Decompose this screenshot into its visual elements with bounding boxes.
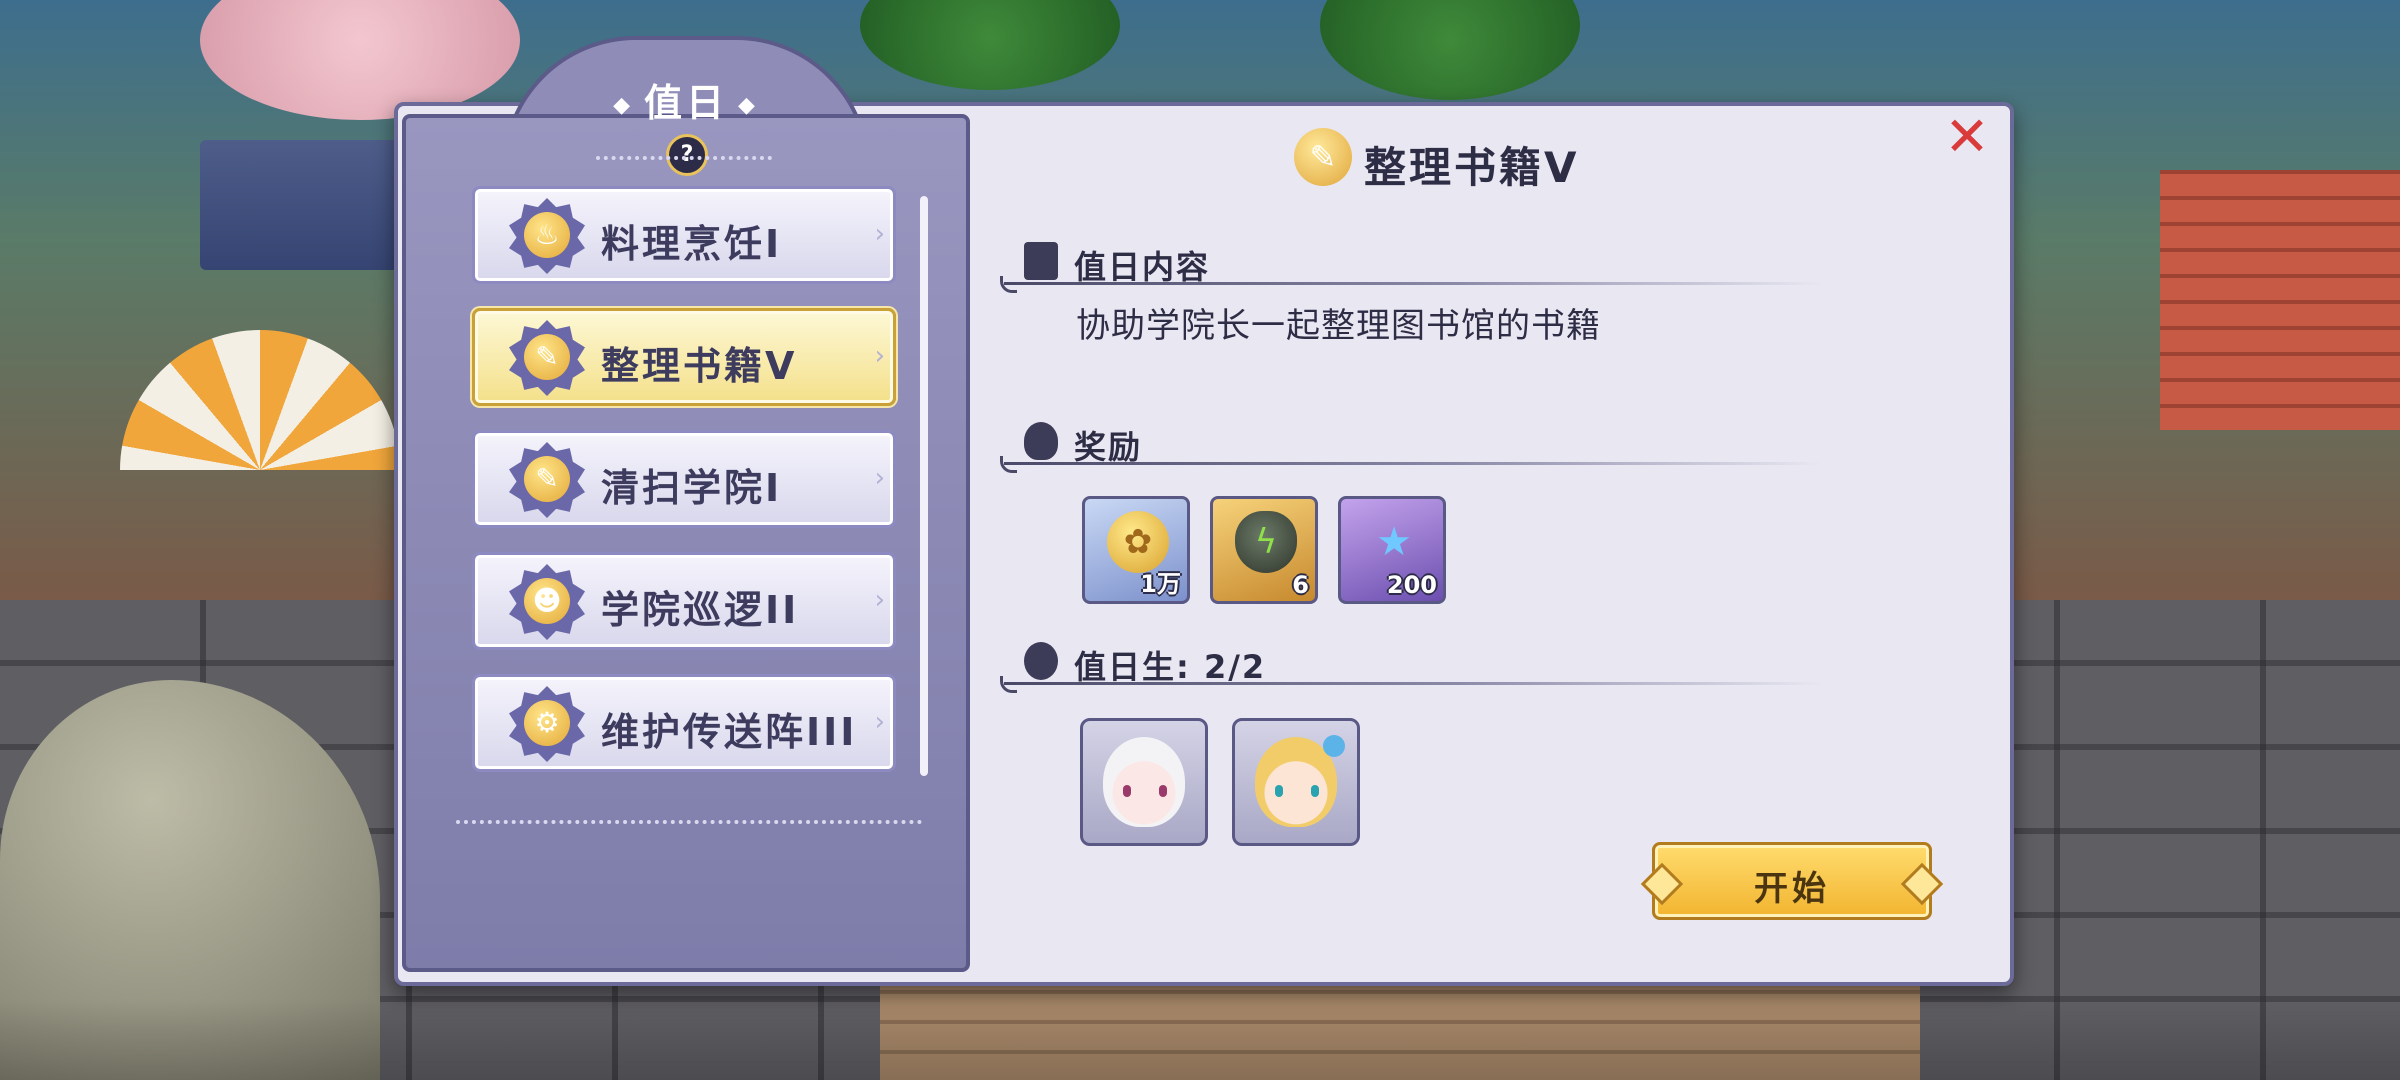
duty-badge: ✎	[509, 442, 585, 518]
chevron-right-icon: ›	[874, 585, 885, 615]
duty-item-label: 料理烹饪I	[601, 222, 783, 266]
chevron-right-icon: ›	[874, 707, 885, 737]
duty-item-label: 学院巡逻II	[601, 588, 800, 632]
building-roof	[200, 140, 400, 270]
duty-item-label: 整理书籍V	[601, 344, 798, 388]
duty-badge: ✎	[509, 320, 585, 396]
reward-quantity: 200	[1386, 571, 1437, 599]
scrollbar-thumb[interactable]	[920, 196, 928, 776]
duty-item-cooking[interactable]: ♨ 料理烹饪I ›	[472, 186, 896, 284]
ground-shadow	[0, 1000, 2400, 1080]
avatar-eyes	[1123, 785, 1167, 797]
duty-item-organize-books[interactable]: ✎ 整理书籍V ›	[472, 308, 896, 406]
member-slot-2[interactable]	[1232, 718, 1360, 846]
chevron-right-icon: ›	[874, 463, 885, 493]
duty-panel-title: ◆ 值日 ◆	[502, 72, 870, 127]
broom-icon: ✎	[1294, 128, 1352, 186]
broom-icon: ✎	[524, 456, 570, 502]
reward-gold-coin[interactable]: ✿ 1万	[1082, 496, 1190, 604]
section-divider	[1000, 276, 1824, 293]
cooking-pot-icon: ♨	[524, 212, 570, 258]
chevron-right-icon: ›	[874, 219, 885, 249]
close-icon[interactable]: ✕	[1944, 110, 1990, 164]
dotted-divider	[456, 820, 922, 824]
group-icon: ☻	[524, 578, 570, 624]
duty-item-label: 清扫学院I	[601, 466, 783, 510]
section-divider	[1000, 676, 1824, 693]
dotted-divider	[596, 156, 772, 160]
reward-green-ore[interactable]: ϟ 6	[1210, 496, 1318, 604]
reward-exp[interactable]: ★ 200	[1338, 496, 1446, 604]
duty-item-maintain-teleport[interactable]: ⚙ 维护传送阵III ›	[472, 674, 896, 772]
red-tile-roof	[2160, 170, 2400, 430]
member-slot-1[interactable]	[1080, 718, 1208, 846]
green-ore-icon: ϟ	[1235, 511, 1297, 573]
diamond-icon: ◆	[613, 93, 634, 118]
duty-badge: ☻	[509, 564, 585, 640]
broom-icon: ✎	[524, 334, 570, 380]
duty-badge: ⚙	[509, 686, 585, 762]
money-bag-icon	[1024, 422, 1058, 460]
duty-description: 协助学院长一起整理图书馆的书籍	[1076, 306, 1601, 346]
start-button[interactable]: 开始	[1640, 842, 1944, 920]
reward-quantity: 1万	[1140, 570, 1181, 598]
help-icon[interactable]: ?	[666, 134, 708, 176]
chevron-right-icon: ›	[874, 341, 885, 371]
diamond-icon: ◆	[738, 93, 759, 118]
duty-item-label: 维护传送阵III	[601, 710, 858, 754]
avatar-eyes	[1275, 785, 1319, 797]
duty-badge: ♨	[509, 198, 585, 274]
clipboard-icon	[1024, 242, 1058, 280]
start-button-label: 开始	[1754, 869, 1830, 909]
duty-item-clean-academy[interactable]: ✎ 清扫学院I ›	[472, 430, 896, 528]
section-divider	[1000, 456, 1824, 473]
gear-wrench-icon: ⚙	[524, 700, 570, 746]
exp-star-icon: ★	[1376, 519, 1412, 565]
duty-item-academy-patrol[interactable]: ☻ 学院巡逻II ›	[472, 552, 896, 650]
reward-quantity: 6	[1292, 571, 1309, 599]
person-add-icon	[1024, 642, 1058, 680]
hair-bow	[1323, 735, 1345, 757]
white-hair-girl-avatar	[1103, 737, 1185, 827]
duty-list-scrollbar[interactable]	[920, 196, 928, 776]
task-title-text: 整理书籍V	[1364, 143, 1580, 192]
duty-panel-title-text: 值日	[643, 81, 728, 125]
